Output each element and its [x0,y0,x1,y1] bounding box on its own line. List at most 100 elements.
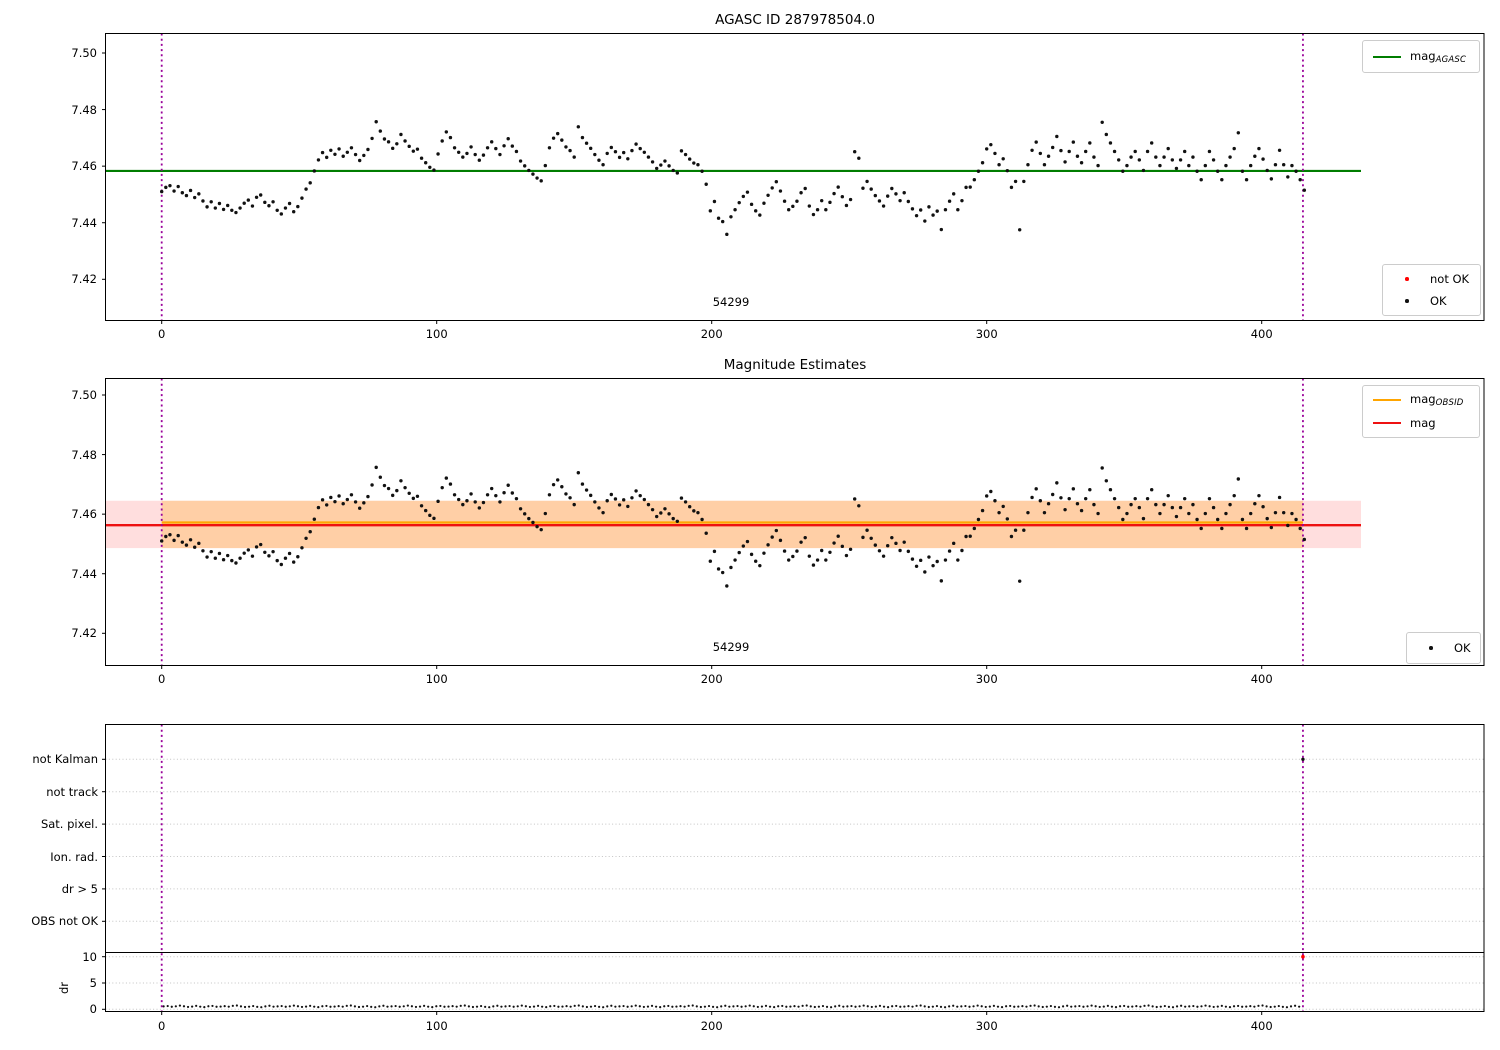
dr-point [773,1005,776,1009]
dr-point [345,1004,348,1007]
scatter-point-ok [1269,525,1274,530]
dr-point [427,1005,430,1008]
dr-point [1277,1004,1280,1008]
scatter-point-ok [1244,178,1249,182]
dr-point [276,1005,279,1008]
dr-point [195,1004,198,1007]
scatter-point-ok [914,564,919,568]
scatter-point-ok [1133,149,1137,154]
scatter-point-ok [1145,496,1150,501]
scatter-point-ok [622,150,626,155]
scatter-point-ok [745,539,750,544]
dr-point [1245,1005,1248,1008]
scatter-point-ok [646,155,651,159]
dr-point [732,1005,735,1008]
scatter-point-ok [617,503,622,507]
dr-point [630,1005,633,1008]
scatter-point-ok [692,509,696,513]
dr-point [512,1005,515,1008]
scatter-point-ok [655,166,659,171]
dr-point [1070,1005,1073,1008]
scatter-point-ok [551,136,556,140]
scatter-point-ok [642,150,647,154]
scatter-point-ok [1178,158,1183,162]
scatter-point-ok [1302,188,1307,192]
dr-point [284,1005,287,1008]
scatter-point-ok [943,558,948,562]
scatter-point-ok [935,209,939,213]
scatter-point-ok [490,486,494,491]
scatter-point-ok [469,492,473,496]
scatter-point-ok [857,156,861,160]
scatter-point-ok [564,145,568,149]
scatter-point-ok [762,201,766,205]
scatter-point-ok [865,528,869,532]
scatter-point-ok [1298,178,1302,182]
scatter-point-ok [1220,178,1224,182]
panel2-legend-lines: magOBSID mag [1362,385,1480,438]
scatter-point-ok [407,491,411,495]
scatter-point-ok [254,545,259,549]
scatter-point-ok [774,180,779,184]
scatter-point-ok [160,539,164,543]
dr-point [1261,1004,1264,1007]
dr-point [1249,1005,1252,1008]
scatter-point-ok [956,208,960,212]
scatter-point-ok [894,192,898,196]
dr-point [1061,1005,1065,1008]
dr-point [239,1005,243,1008]
scatter-point-ok [448,135,453,140]
scatter-point-ok [968,534,972,538]
dr-tick-label: 5 [89,976,97,990]
scatter-point-ok [1042,163,1047,167]
mag-agasc-line-sample [1373,55,1401,58]
dr-point [1106,1004,1109,1007]
scatter-point-ok [902,191,906,195]
scatter-point-ok [1117,158,1121,162]
dr-point [549,1005,552,1008]
scatter-point-ok [716,216,721,220]
scatter-point-ok [527,516,531,521]
scatter-point-ok [1063,160,1067,164]
scatter-point-ok [312,517,317,521]
dr-point [223,1005,226,1008]
scatter-point-ok [688,505,692,509]
dr-point [459,1004,462,1007]
scatter-point-ok [1100,120,1104,125]
scatter-point-ok [345,497,350,502]
scatter-point-ok [1042,510,1047,515]
dr-point [1086,1005,1089,1008]
dr-point [349,1004,352,1007]
scatter-point-ok [300,546,304,550]
dr-point [593,1004,597,1008]
x-tick-label: 100 [425,326,448,341]
x-tick-label: 100 [425,1019,448,1033]
scatter-point-ok [927,555,931,559]
dr-point [1078,1004,1081,1008]
axes-frame [105,33,1485,321]
dr-point [341,1005,344,1008]
dr-point [1241,1005,1244,1008]
scatter-point-ok [692,161,696,165]
scatter-point-ok [1211,158,1216,162]
dr-point [455,1005,458,1008]
scatter-point-ok [292,560,296,564]
scatter-point-ok [589,493,593,498]
scatter-point-ok [382,483,387,488]
ok-dot-sample [1429,646,1433,650]
scatter-point-ok [733,558,737,562]
scatter-point-ok [485,493,490,497]
dr-point [398,1005,401,1008]
scatter-point-ok [267,554,271,558]
scatter-point-ok [881,204,886,208]
scatter-point-ok [188,538,193,542]
scatter-point-ok [1199,526,1203,531]
dr-point [309,1004,312,1007]
scatter-point-ok [399,132,403,137]
dr-point [378,1005,381,1008]
scatter-point-ok [1059,496,1063,500]
dr-point [1269,1005,1272,1009]
scatter-point-ok [424,161,428,165]
scatter-point-ok [556,478,560,482]
scatter-point-ok [184,193,189,198]
